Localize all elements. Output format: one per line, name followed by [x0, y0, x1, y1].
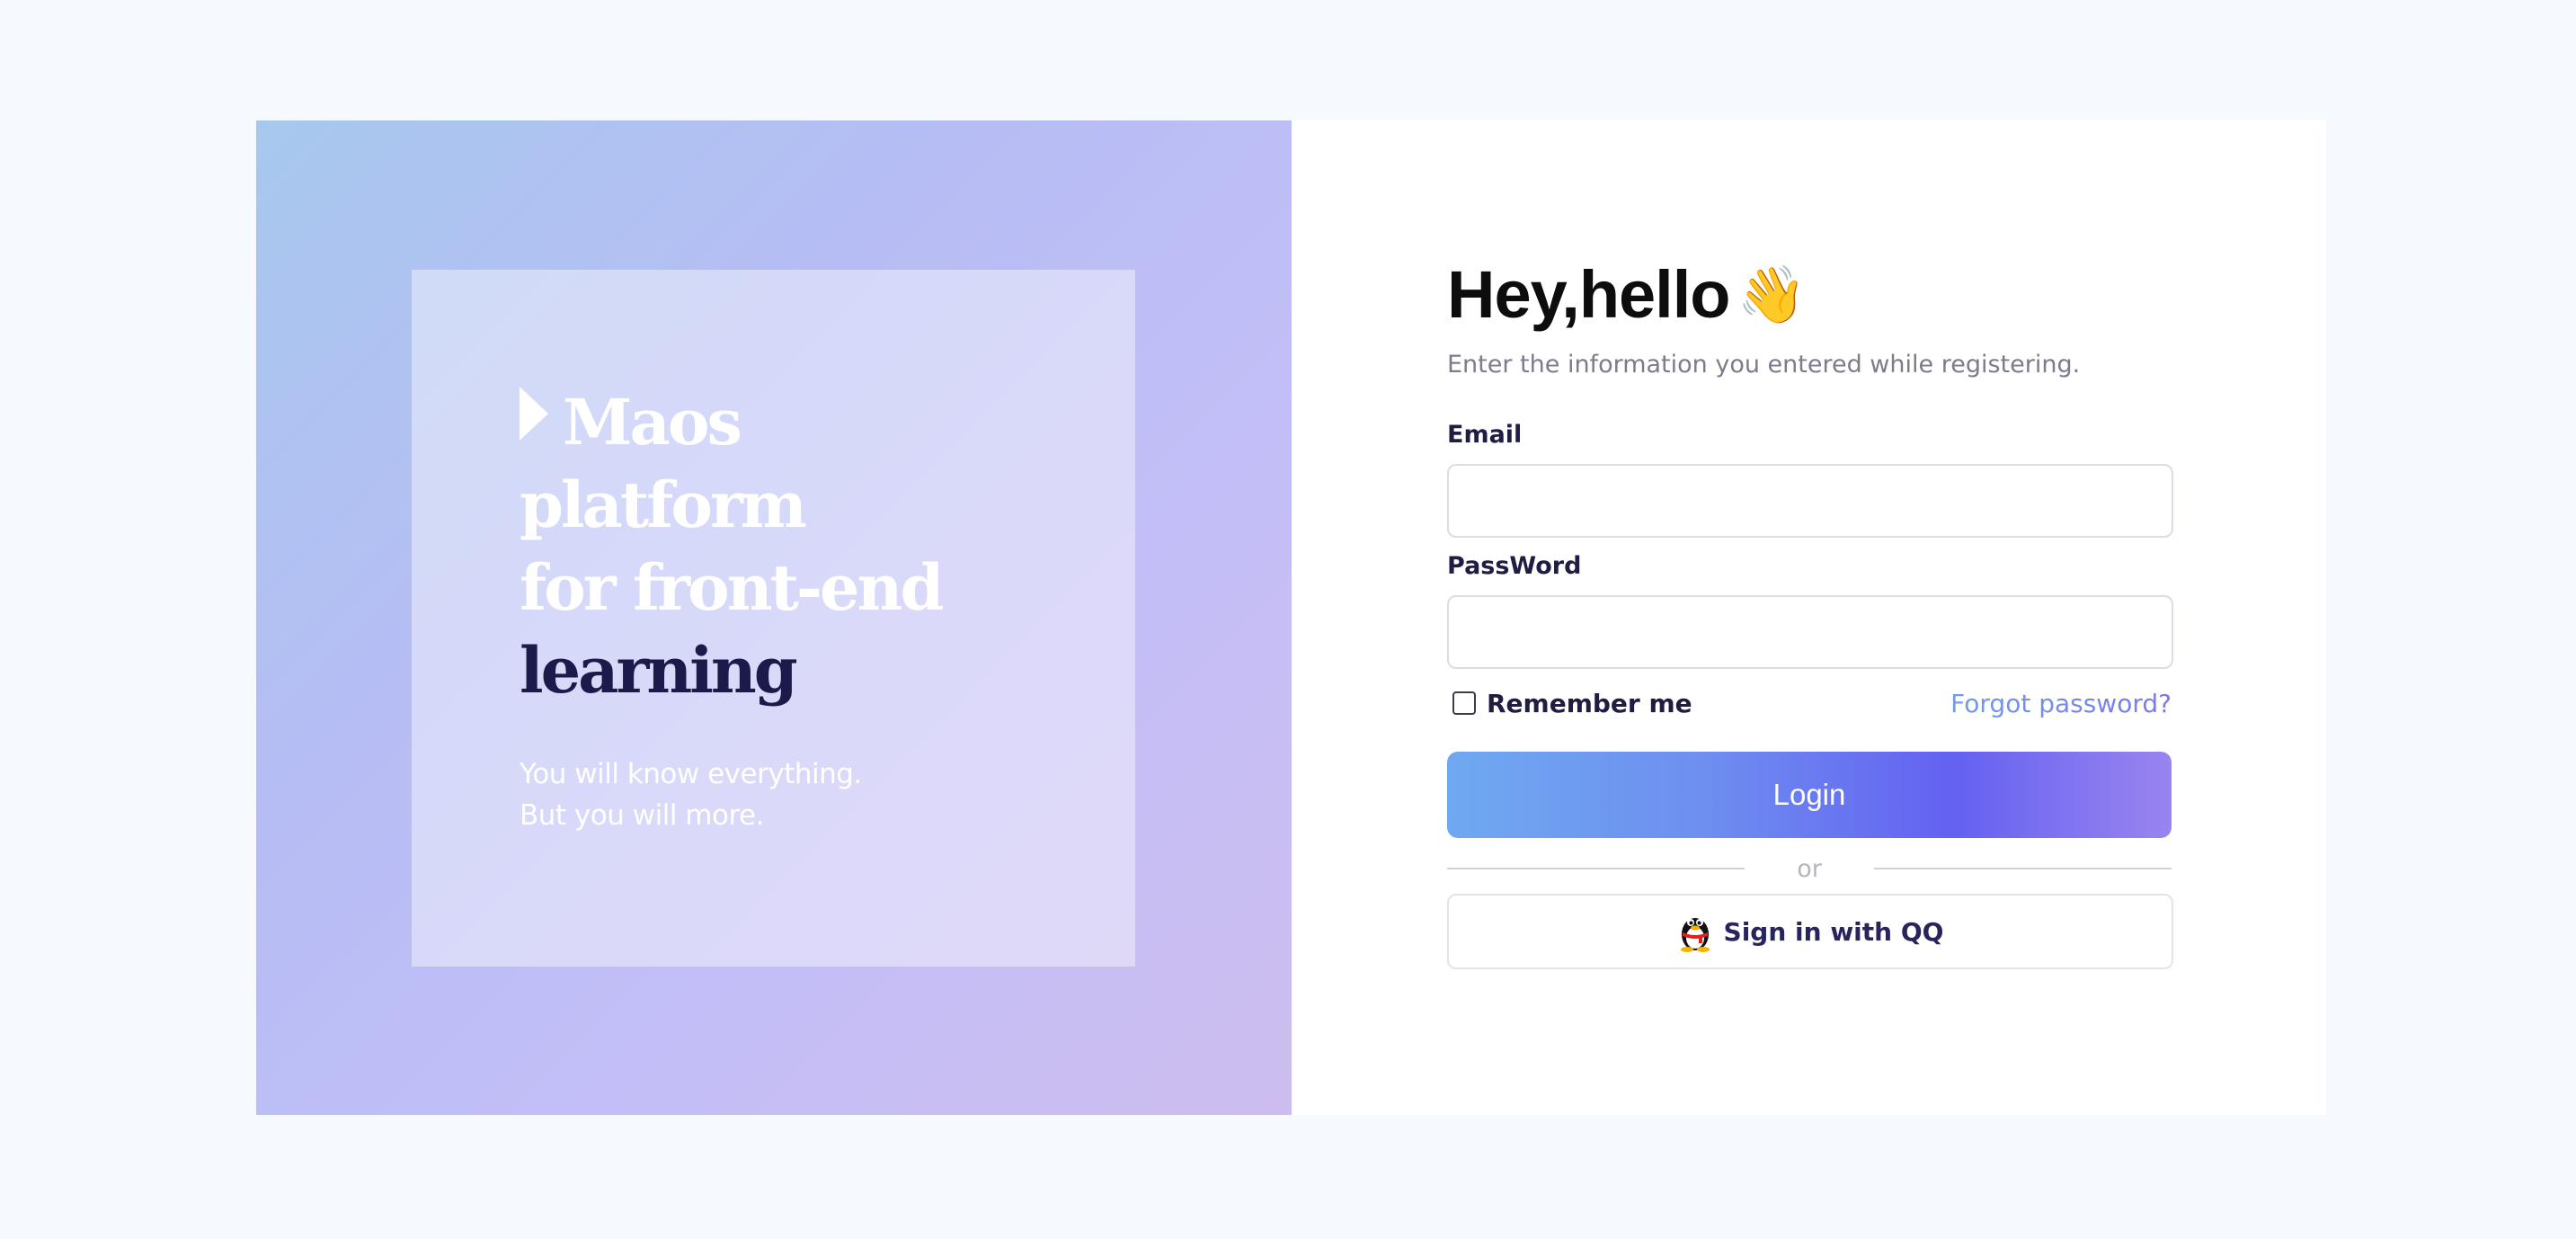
tagline-line-2: But you will more. — [520, 799, 764, 832]
tagline-line-1: You will know everything. — [520, 758, 862, 790]
remember-row: Remember me Forgot password? — [1447, 685, 2172, 721]
password-field[interactable] — [1447, 595, 2173, 669]
qq-penguin-icon — [1677, 911, 1713, 952]
remember-me-toggle[interactable]: Remember me — [1447, 689, 1692, 718]
login-button[interactable]: Login — [1447, 752, 2172, 838]
qq-signin-button[interactable]: Sign in with QQ — [1447, 894, 2173, 969]
email-label: Email — [1447, 421, 1523, 449]
waving-hand-icon: 👋 — [1737, 262, 1807, 327]
play-triangle-icon — [520, 387, 548, 441]
brand-tagline: You will know everything. But you will m… — [520, 753, 862, 836]
title-row: Hey,hello 👋 — [1447, 259, 2172, 331]
brand-headline: Maos platform for front-end learning — [520, 381, 944, 712]
brand-line-2: platform — [520, 468, 807, 542]
divider-line-right — [1874, 868, 2172, 869]
forgot-password-link[interactable]: Forgot password? — [1950, 689, 2172, 718]
or-divider: or — [1447, 851, 2172, 887]
remember-me-checkbox[interactable] — [1452, 691, 1476, 715]
remember-me-label[interactable]: Remember me — [1487, 689, 1692, 718]
divider-line-left — [1447, 868, 1745, 869]
brand-line-3: for front-end — [520, 550, 944, 625]
login-card: Maos platform for front-end learning You… — [256, 120, 2326, 1115]
brand-panel: Maos platform for front-end learning You… — [256, 120, 1292, 1115]
brand-line-4: learning — [520, 633, 798, 708]
brand-line-1: Maos — [520, 381, 941, 464]
page-title: Hey,hello — [1447, 257, 1730, 332]
login-panel: Hey,hello 👋 Enter the information you en… — [1292, 120, 2326, 1115]
page-subtitle: Enter the information you entered while … — [1447, 351, 2081, 379]
password-label: PassWord — [1447, 552, 1582, 580]
email-field[interactable] — [1447, 464, 2173, 538]
login-form: Hey,hello 👋 Enter the information you en… — [1447, 259, 2173, 969]
divider-label: or — [1797, 854, 1822, 883]
qq-signin-label[interactable]: Sign in with QQ — [1724, 917, 1944, 947]
brand-glass-box: Maos platform for front-end learning You… — [412, 270, 1135, 967]
brand-name: Maos — [563, 385, 742, 459]
